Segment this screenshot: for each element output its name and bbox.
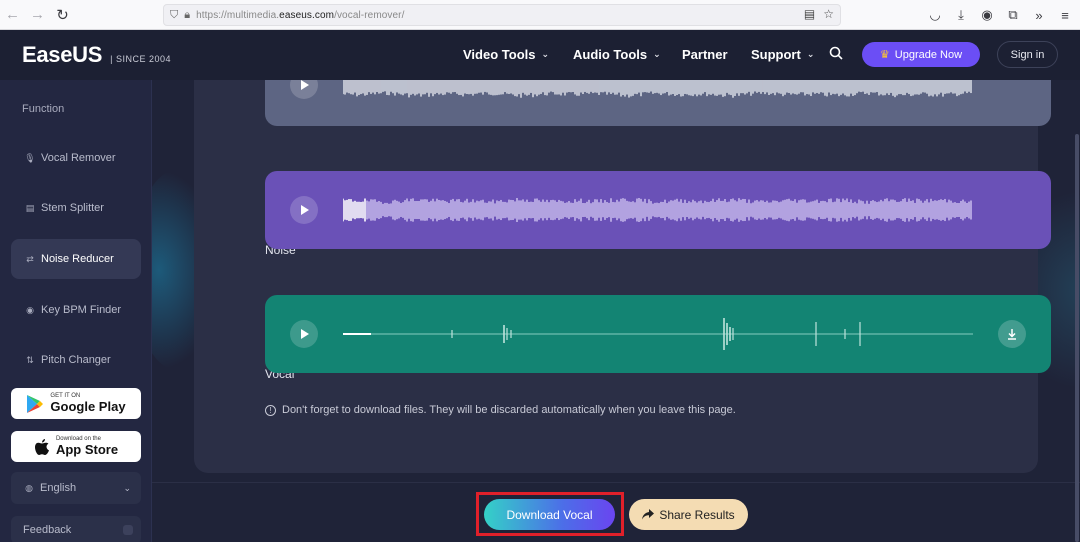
easeus-logo[interactable]: EaseUS | SINCE 2004 xyxy=(22,42,171,68)
main-content: Noise Vocal ! Don't forget to download f… xyxy=(152,80,1080,542)
music-waveform[interactable] xyxy=(343,80,973,110)
noise-track xyxy=(265,171,1051,249)
sidebar-item-noise-reducer[interactable]: ⇄ Noise Reducer xyxy=(11,239,141,279)
download-icon xyxy=(1008,329,1016,340)
upgrade-now-button[interactable]: ♛ Upgrade Now xyxy=(862,42,980,67)
sidebar-item-key-bpm-finder[interactable]: ◉ Key BPM Finder xyxy=(11,290,141,330)
play-button[interactable] xyxy=(290,80,318,99)
account-icon[interactable]: ◉ xyxy=(978,7,996,23)
results-card: Noise Vocal ! Don't forget to download f… xyxy=(194,80,1051,473)
feedback-badge-icon xyxy=(123,525,133,535)
extensions-icon[interactable]: ⧉ xyxy=(1004,7,1022,23)
sidebar-title: Function xyxy=(22,103,65,115)
bookmark-star-icon[interactable]: ☆ xyxy=(823,7,834,21)
share-results-button[interactable]: Share Results xyxy=(629,499,748,530)
forward-icon[interactable]: → xyxy=(25,0,50,30)
bpm-icon: ◉ xyxy=(26,304,34,315)
download-track-button[interactable] xyxy=(998,320,1026,348)
url-text: https://multimedia.easeus.com/vocal-remo… xyxy=(196,9,405,21)
downloads-icon[interactable]: ⤓ xyxy=(952,7,970,23)
feedback-button[interactable]: Feedback xyxy=(11,516,141,542)
language-select[interactable]: ◍ English ⌄ xyxy=(11,472,141,504)
chevron-down-icon: ⌄ xyxy=(806,49,815,59)
lock-icon: 🔒︎ xyxy=(184,8,191,21)
vocal-waveform[interactable] xyxy=(343,309,973,359)
noise-waveform[interactable] xyxy=(343,185,973,235)
app-store-button[interactable]: Download on the App Store xyxy=(11,431,141,462)
sidebar-item-stem-splitter[interactable]: ▤ Stem Splitter xyxy=(11,188,141,228)
discard-notice: ! Don't forget to download files. They w… xyxy=(265,404,736,416)
stem-icon: ▤ xyxy=(25,202,35,213)
music-track xyxy=(265,80,1051,126)
noise-icon: ⇄ xyxy=(26,253,34,264)
vocal-track xyxy=(265,295,1051,373)
menu-icon[interactable]: ≡ xyxy=(1056,8,1074,23)
address-bar[interactable]: ⛉ 🔒︎ https://multimedia.easeus.com/vocal… xyxy=(163,4,841,26)
nav-video-tools[interactable]: Video Tools ⌄ xyxy=(463,47,549,62)
pocket-icon[interactable]: ◡ xyxy=(926,7,944,23)
nav-audio-tools[interactable]: Audio Tools ⌄ xyxy=(573,47,661,62)
overflow-icon[interactable]: » xyxy=(1030,8,1048,23)
search-icon[interactable] xyxy=(829,46,843,60)
nav-support[interactable]: Support ⌄ xyxy=(751,47,814,62)
shield-icon: ⛉ xyxy=(170,8,179,21)
browser-toolbar: ← → ↻ ⛉ 🔒︎ https://multimedia.easeus.com… xyxy=(0,0,1080,30)
chevron-down-icon: ⌄ xyxy=(541,49,550,59)
sidebar-item-vocal-remover[interactable]: 🎙︎ Vocal Remover xyxy=(11,138,141,178)
google-play-button[interactable]: GET IT ON Google Play xyxy=(11,388,141,419)
chevron-down-icon: ⌄ xyxy=(123,482,131,493)
chevron-down-icon: ⌄ xyxy=(653,49,661,59)
sidebar-item-pitch-changer[interactable]: ⇅ Pitch Changer xyxy=(11,340,141,380)
play-icon xyxy=(301,80,309,90)
apple-icon xyxy=(34,438,49,455)
page-scrollbar[interactable] xyxy=(1075,134,1079,542)
play-button[interactable] xyxy=(290,196,318,224)
highlight-box xyxy=(476,492,624,536)
nav-partner[interactable]: Partner xyxy=(682,47,728,62)
back-icon[interactable]: ← xyxy=(0,0,25,30)
share-arrow-icon xyxy=(642,509,655,520)
reload-icon[interactable]: ↻ xyxy=(50,0,75,30)
info-icon: ! xyxy=(265,404,276,416)
play-button[interactable] xyxy=(290,320,318,348)
reader-view-icon[interactable]: ▤ xyxy=(804,7,815,21)
play-icon xyxy=(301,205,309,215)
play-icon xyxy=(301,329,309,339)
pitch-icon: ⇅ xyxy=(26,354,34,365)
google-play-icon xyxy=(27,394,44,413)
sign-in-button[interactable]: Sign in xyxy=(997,41,1058,68)
crown-icon: ♛ xyxy=(879,49,890,61)
microphone-icon: 🎙︎ xyxy=(24,152,36,163)
globe-icon: ◍ xyxy=(25,482,33,493)
